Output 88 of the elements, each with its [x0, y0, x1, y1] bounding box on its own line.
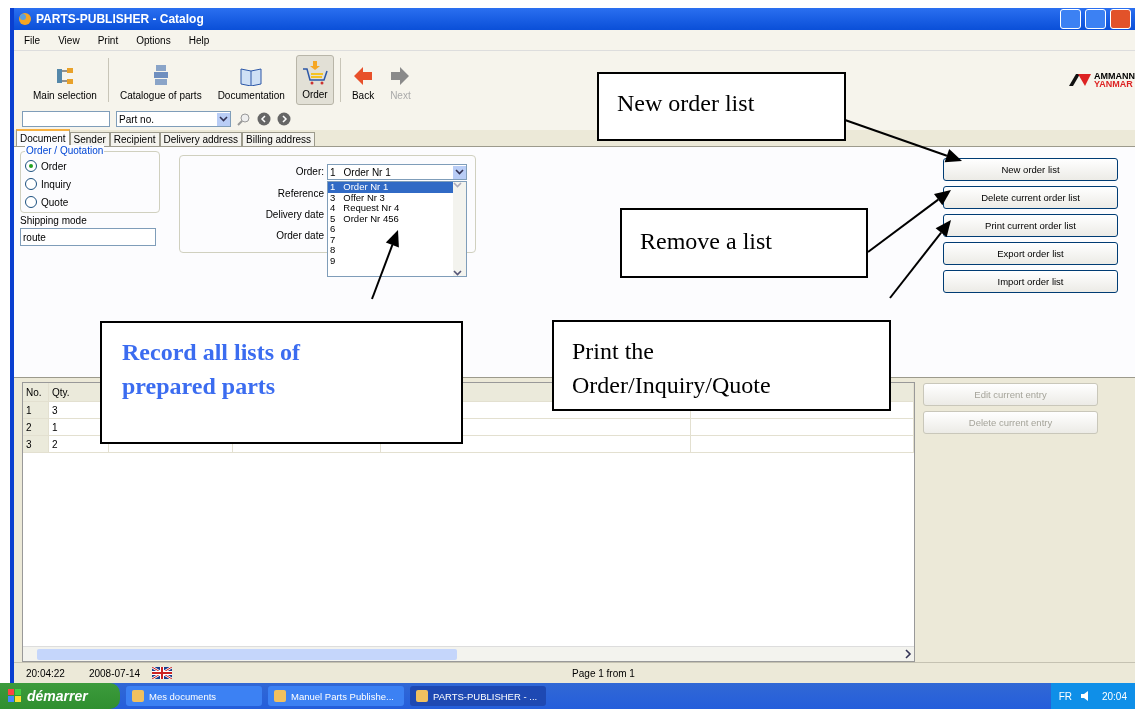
left-arrow-icon	[353, 65, 373, 86]
action-button[interactable]: New order list	[943, 158, 1118, 181]
radio-label: Inquiry	[41, 178, 71, 190]
taskbar-button[interactable]: Mes documents	[126, 686, 262, 706]
tab[interactable]: Document	[16, 129, 70, 146]
status-time: 20:04:22	[25, 667, 66, 679]
toolbar-button[interactable]: Documentation	[212, 54, 290, 105]
field-label: Delivery date	[265, 209, 324, 220]
flag-icon	[152, 667, 173, 679]
radio-button[interactable]	[25, 178, 37, 190]
book-icon	[240, 65, 263, 86]
table-cell: 2	[23, 419, 49, 435]
action-button[interactable]: Print current order list	[943, 214, 1118, 237]
maximize-button[interactable]	[1085, 9, 1106, 29]
column-header[interactable]: No.	[26, 386, 42, 398]
list-item[interactable]: 7	[328, 234, 453, 245]
scrollbar[interactable]	[23, 646, 914, 661]
tab[interactable]: Delivery address	[159, 132, 242, 146]
callout: Print the Order/Inquiry/Quote	[552, 320, 891, 411]
field-select[interactable]: Part no.	[116, 111, 231, 127]
close-button[interactable]	[1110, 9, 1131, 29]
field-label: Order:	[295, 166, 324, 177]
window-icon	[132, 690, 144, 702]
taskbar-button[interactable]: PARTS-PUBLISHER - ...	[410, 686, 546, 706]
toolbar-button[interactable]: Order	[295, 54, 334, 105]
callout: New order list	[597, 72, 846, 141]
toolbar-button[interactable]: Back	[346, 54, 380, 105]
menu-item[interactable]: Help	[188, 34, 210, 46]
diagram-icon	[54, 65, 75, 86]
forward-icon[interactable]	[277, 112, 291, 126]
list-item[interactable]: 1 Order Nr 1	[328, 182, 453, 193]
boxes-icon	[151, 63, 170, 86]
list-item[interactable]: 8	[328, 245, 453, 256]
clock: 20:04	[1101, 690, 1127, 702]
logo-icon	[1069, 73, 1091, 86]
field-label: Shipping mode	[20, 215, 88, 226]
pointer-arrow	[371, 230, 399, 300]
action-button[interactable]: Delete current order list	[943, 186, 1118, 209]
caret-icon	[453, 270, 462, 276]
list-item[interactable]: 9	[328, 255, 453, 266]
start-button[interactable]: démarrer	[0, 683, 120, 709]
tab[interactable]: Recipient	[109, 132, 160, 146]
right-arrow-icon	[390, 65, 411, 86]
table-cell: 3	[23, 436, 49, 452]
windows-logo-icon	[8, 689, 22, 703]
search-field[interactable]	[22, 111, 110, 127]
tab[interactable]: Sender	[69, 132, 110, 146]
app-icon	[18, 12, 32, 26]
callout: Remove a list	[620, 208, 868, 278]
window-title: PARTS-PUBLISHER - Catalog	[36, 12, 205, 26]
back-icon[interactable]	[257, 112, 271, 126]
window-icon	[274, 690, 286, 702]
field-label: Reference	[277, 188, 324, 199]
radio-button[interactable]	[25, 160, 37, 172]
menu-item[interactable]: File	[24, 34, 41, 46]
status-date: 2008-07-14	[87, 667, 142, 679]
table-cell: 1	[23, 402, 49, 418]
list-item[interactable]: 4 Request Nr 4	[328, 203, 453, 214]
caret-icon	[219, 116, 228, 122]
scrollbar[interactable]	[453, 182, 466, 276]
group-title: Order / Quotation	[25, 145, 105, 156]
window-icon	[416, 690, 428, 702]
radio-button[interactable]	[25, 196, 37, 208]
radio-label: Order	[41, 160, 67, 172]
page-indicator: Page 1 from 1	[572, 667, 635, 679]
list-item[interactable]: 6	[328, 224, 453, 235]
toolbar-button[interactable]: Catalogue of parts	[114, 54, 207, 105]
shipping-field[interactable]: route	[20, 228, 156, 246]
radio-label: Quote	[41, 196, 69, 208]
action-button[interactable]: Import order list	[943, 270, 1118, 293]
minimize-button[interactable]	[1060, 9, 1081, 29]
logo: AMMANN YANMAR	[1094, 71, 1135, 88]
list-item[interactable]: 3 Offer Nr 3	[328, 192, 453, 203]
cart-icon	[301, 60, 328, 85]
scroll-right-icon[interactable]	[902, 648, 914, 660]
search-icon[interactable]	[237, 112, 251, 126]
tab[interactable]: Billing address	[242, 132, 316, 146]
menu-item[interactable]: Options	[136, 34, 171, 46]
callout: Record all lists of prepared parts	[100, 321, 463, 444]
column-header[interactable]: Qty.	[52, 386, 70, 398]
order-select[interactable]: 1 Order Nr 1	[327, 164, 467, 180]
action-button[interactable]: Export order list	[943, 242, 1118, 265]
taskbar-button[interactable]: Manuel Parts Publishe...	[268, 686, 404, 706]
toolbar-button[interactable]: Main selection	[28, 54, 102, 105]
menu-item[interactable]: View	[58, 34, 80, 46]
menu-item[interactable]: Print	[97, 34, 119, 46]
field-label: Order date	[276, 230, 324, 241]
list-item[interactable]: 5 Order Nr 456	[328, 213, 453, 224]
